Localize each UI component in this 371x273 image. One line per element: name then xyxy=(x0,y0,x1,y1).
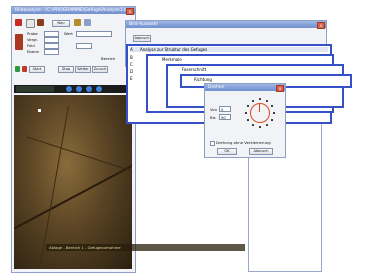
rotate-close-icon[interactable]: × xyxy=(276,85,284,92)
record-button[interactable] xyxy=(96,86,102,92)
no-shrink-label: Drehung ohne Verkleinerung xyxy=(216,140,271,145)
zoom-icon[interactable] xyxy=(84,19,91,26)
to-label: Bis xyxy=(210,115,216,120)
image-caption-bar: Ablage - Bereich 1 - Gefugeaufnahme xyxy=(46,244,245,251)
new-button[interactable]: Neu xyxy=(52,20,70,27)
sample-icon xyxy=(15,34,23,50)
rotate-dialog-title: Drehen xyxy=(205,84,285,91)
grain-boundary xyxy=(40,106,69,264)
back-button[interactable]: Zuruck xyxy=(92,66,108,73)
ok-button[interactable]: OK xyxy=(217,148,237,155)
header-letter: A xyxy=(130,47,133,52)
pause-button[interactable] xyxy=(76,86,82,92)
label-ebene: Ebene xyxy=(27,49,39,54)
micrograph-image xyxy=(14,95,132,269)
dial-tick xyxy=(271,119,273,121)
dial-circle xyxy=(250,103,270,123)
dialog-title: Bild-Auswahl xyxy=(126,21,326,28)
dial-tick xyxy=(271,105,273,107)
value-label: Wert xyxy=(64,31,73,36)
ebene-field[interactable] xyxy=(44,49,59,55)
main-window: Bildanalyse - [C:\PROGRAMME\Gefuge\Analy… xyxy=(11,6,136,273)
play-button[interactable] xyxy=(66,86,72,92)
to-field[interactable]: 90 xyxy=(219,114,231,120)
second-field[interactable] xyxy=(76,43,92,49)
play-icon[interactable] xyxy=(15,66,20,72)
panel-header: A Analyse zur Struktur des Gefuges xyxy=(130,47,328,52)
panel-4-header: Richtung xyxy=(194,77,212,82)
value-field[interactable] xyxy=(76,31,112,37)
close-icon[interactable]: × xyxy=(126,8,134,15)
rotation-dial[interactable] xyxy=(245,98,275,128)
film-icon[interactable] xyxy=(37,19,44,26)
dialog-close-icon[interactable]: × xyxy=(317,22,325,29)
dial-tick xyxy=(245,112,247,114)
range-label: Bereich xyxy=(101,56,116,61)
label-feld: Feld xyxy=(27,43,35,48)
label-probe: Probe xyxy=(27,31,38,36)
dial-tick xyxy=(259,98,261,100)
next-button[interactable]: Weiter xyxy=(75,66,91,73)
dial-pointer xyxy=(259,104,260,112)
dial-tick xyxy=(259,126,261,128)
from-value: 0 xyxy=(221,107,224,112)
dial-tick xyxy=(273,112,275,114)
stop-icon[interactable] xyxy=(22,66,27,72)
panel-3-header: Faserschnitt xyxy=(182,67,207,72)
dial-tick xyxy=(252,100,254,102)
cancel-button[interactable]: Abbruch xyxy=(249,148,273,155)
dial-tick xyxy=(247,119,249,121)
grain-boundary xyxy=(26,136,132,175)
document-icon[interactable] xyxy=(26,19,35,28)
stop-button[interactable]: Stop xyxy=(58,66,74,73)
grain-boundary xyxy=(14,157,132,231)
to-value: 90 xyxy=(221,115,226,120)
no-shrink-checkbox[interactable] xyxy=(210,141,215,146)
start-button[interactable]: Start xyxy=(29,66,45,73)
tool-icon[interactable] xyxy=(74,19,81,26)
header-text: Analyse zur Struktur des Gefuges xyxy=(140,47,208,52)
lcd-display xyxy=(16,86,54,92)
dialog-cancel-tab[interactable]: Abbruch xyxy=(133,35,151,42)
dial-tick xyxy=(266,100,268,102)
media-control-strip xyxy=(14,85,132,93)
main-window-title: Bildanalyse - [C:\PROGRAMME\Gefuge\Analy… xyxy=(12,7,135,14)
highlight-spot xyxy=(38,109,41,112)
dial-tick xyxy=(252,124,254,126)
rotate-dialog: Drehen × Von 0 Bis 90 Drehung ohne Verkl… xyxy=(204,83,286,158)
from-label: Von xyxy=(210,107,218,112)
record-icon[interactable] xyxy=(15,19,22,26)
panel-2-header: Merkmale xyxy=(162,57,182,62)
forward-button[interactable] xyxy=(86,86,92,92)
dial-tick xyxy=(247,105,249,107)
from-field[interactable]: 0 xyxy=(219,106,231,112)
label-vergr: Vergr. xyxy=(27,37,38,42)
dial-tick xyxy=(266,124,268,126)
